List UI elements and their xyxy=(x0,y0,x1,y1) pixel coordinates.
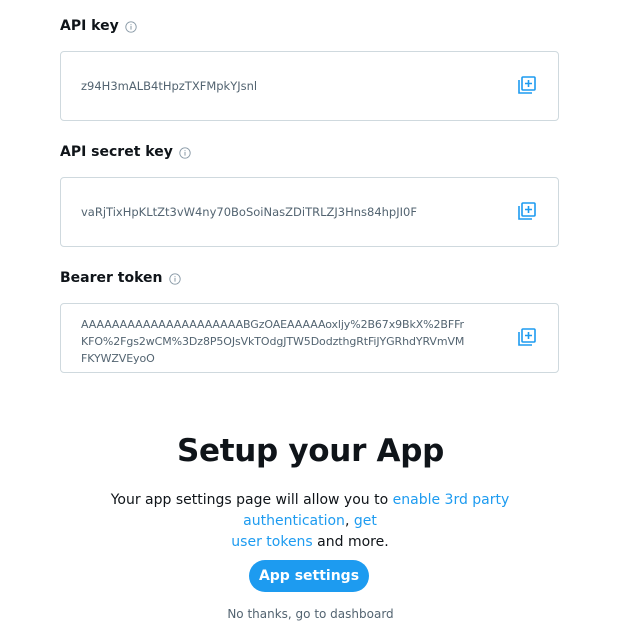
setup-description: Your app settings page will allow you to… xyxy=(60,490,560,553)
api-secret-key-label: API secret key xyxy=(60,144,191,160)
copy-icon[interactable] xyxy=(516,200,538,222)
info-icon[interactable] xyxy=(168,273,181,285)
api-secret-key-field: vaRjTixHpKLtZt3vW4ny70BoSoiNasZDiTRLZJ3H… xyxy=(60,177,559,247)
bearer-token-field: AAAAAAAAAAAAAAAAAAAAABGzOAEAAAAAoxljy%2B… xyxy=(60,303,559,373)
get-user-tokens-link-part1[interactable]: get xyxy=(354,513,377,529)
app-settings-button[interactable]: App settings xyxy=(249,560,369,592)
get-user-tokens-link-part2[interactable]: user tokens xyxy=(231,534,312,550)
info-icon[interactable] xyxy=(179,147,191,159)
bearer-token-line: AAAAAAAAAAAAAAAAAAAAABGzOAEAAAAAoxljy%2B… xyxy=(81,318,464,331)
setup-desc-comma: , xyxy=(344,513,354,529)
go-to-dashboard-link[interactable]: No thanks, go to dashboard xyxy=(0,607,621,621)
bearer-token-label-text: Bearer token xyxy=(60,270,163,286)
setup-desc-prefix: Your app settings page will allow you to xyxy=(110,492,393,508)
setup-desc-suffix: and more. xyxy=(312,534,389,550)
api-key-field: z94H3mALB4tHpzTXFMpkYJsnl xyxy=(60,51,559,121)
info-icon[interactable] xyxy=(125,21,137,33)
bearer-token-line: FKYWZVEyoO xyxy=(81,352,155,365)
api-secret-key-value: vaRjTixHpKLtZt3vW4ny70BoSoiNasZDiTRLZJ3H… xyxy=(81,205,417,219)
api-secret-key-label-text: API secret key xyxy=(60,144,173,160)
copy-icon[interactable] xyxy=(516,326,538,348)
api-key-label-text: API key xyxy=(60,18,119,34)
copy-icon[interactable] xyxy=(516,74,538,96)
setup-title: Setup your App xyxy=(176,433,445,469)
bearer-token-line: KFO%2Fgs2wCM%3Dz8P5OJsVkTOdgJTW5DodzthgR… xyxy=(81,335,465,348)
bearer-token-label: Bearer token xyxy=(60,270,181,286)
bearer-token-value: AAAAAAAAAAAAAAAAAAAAABGzOAEAAAAAoxljy%2B… xyxy=(81,316,464,367)
api-key-value: z94H3mALB4tHpzTXFMpkYJsnl xyxy=(81,79,258,93)
api-key-label: API key xyxy=(60,18,137,34)
